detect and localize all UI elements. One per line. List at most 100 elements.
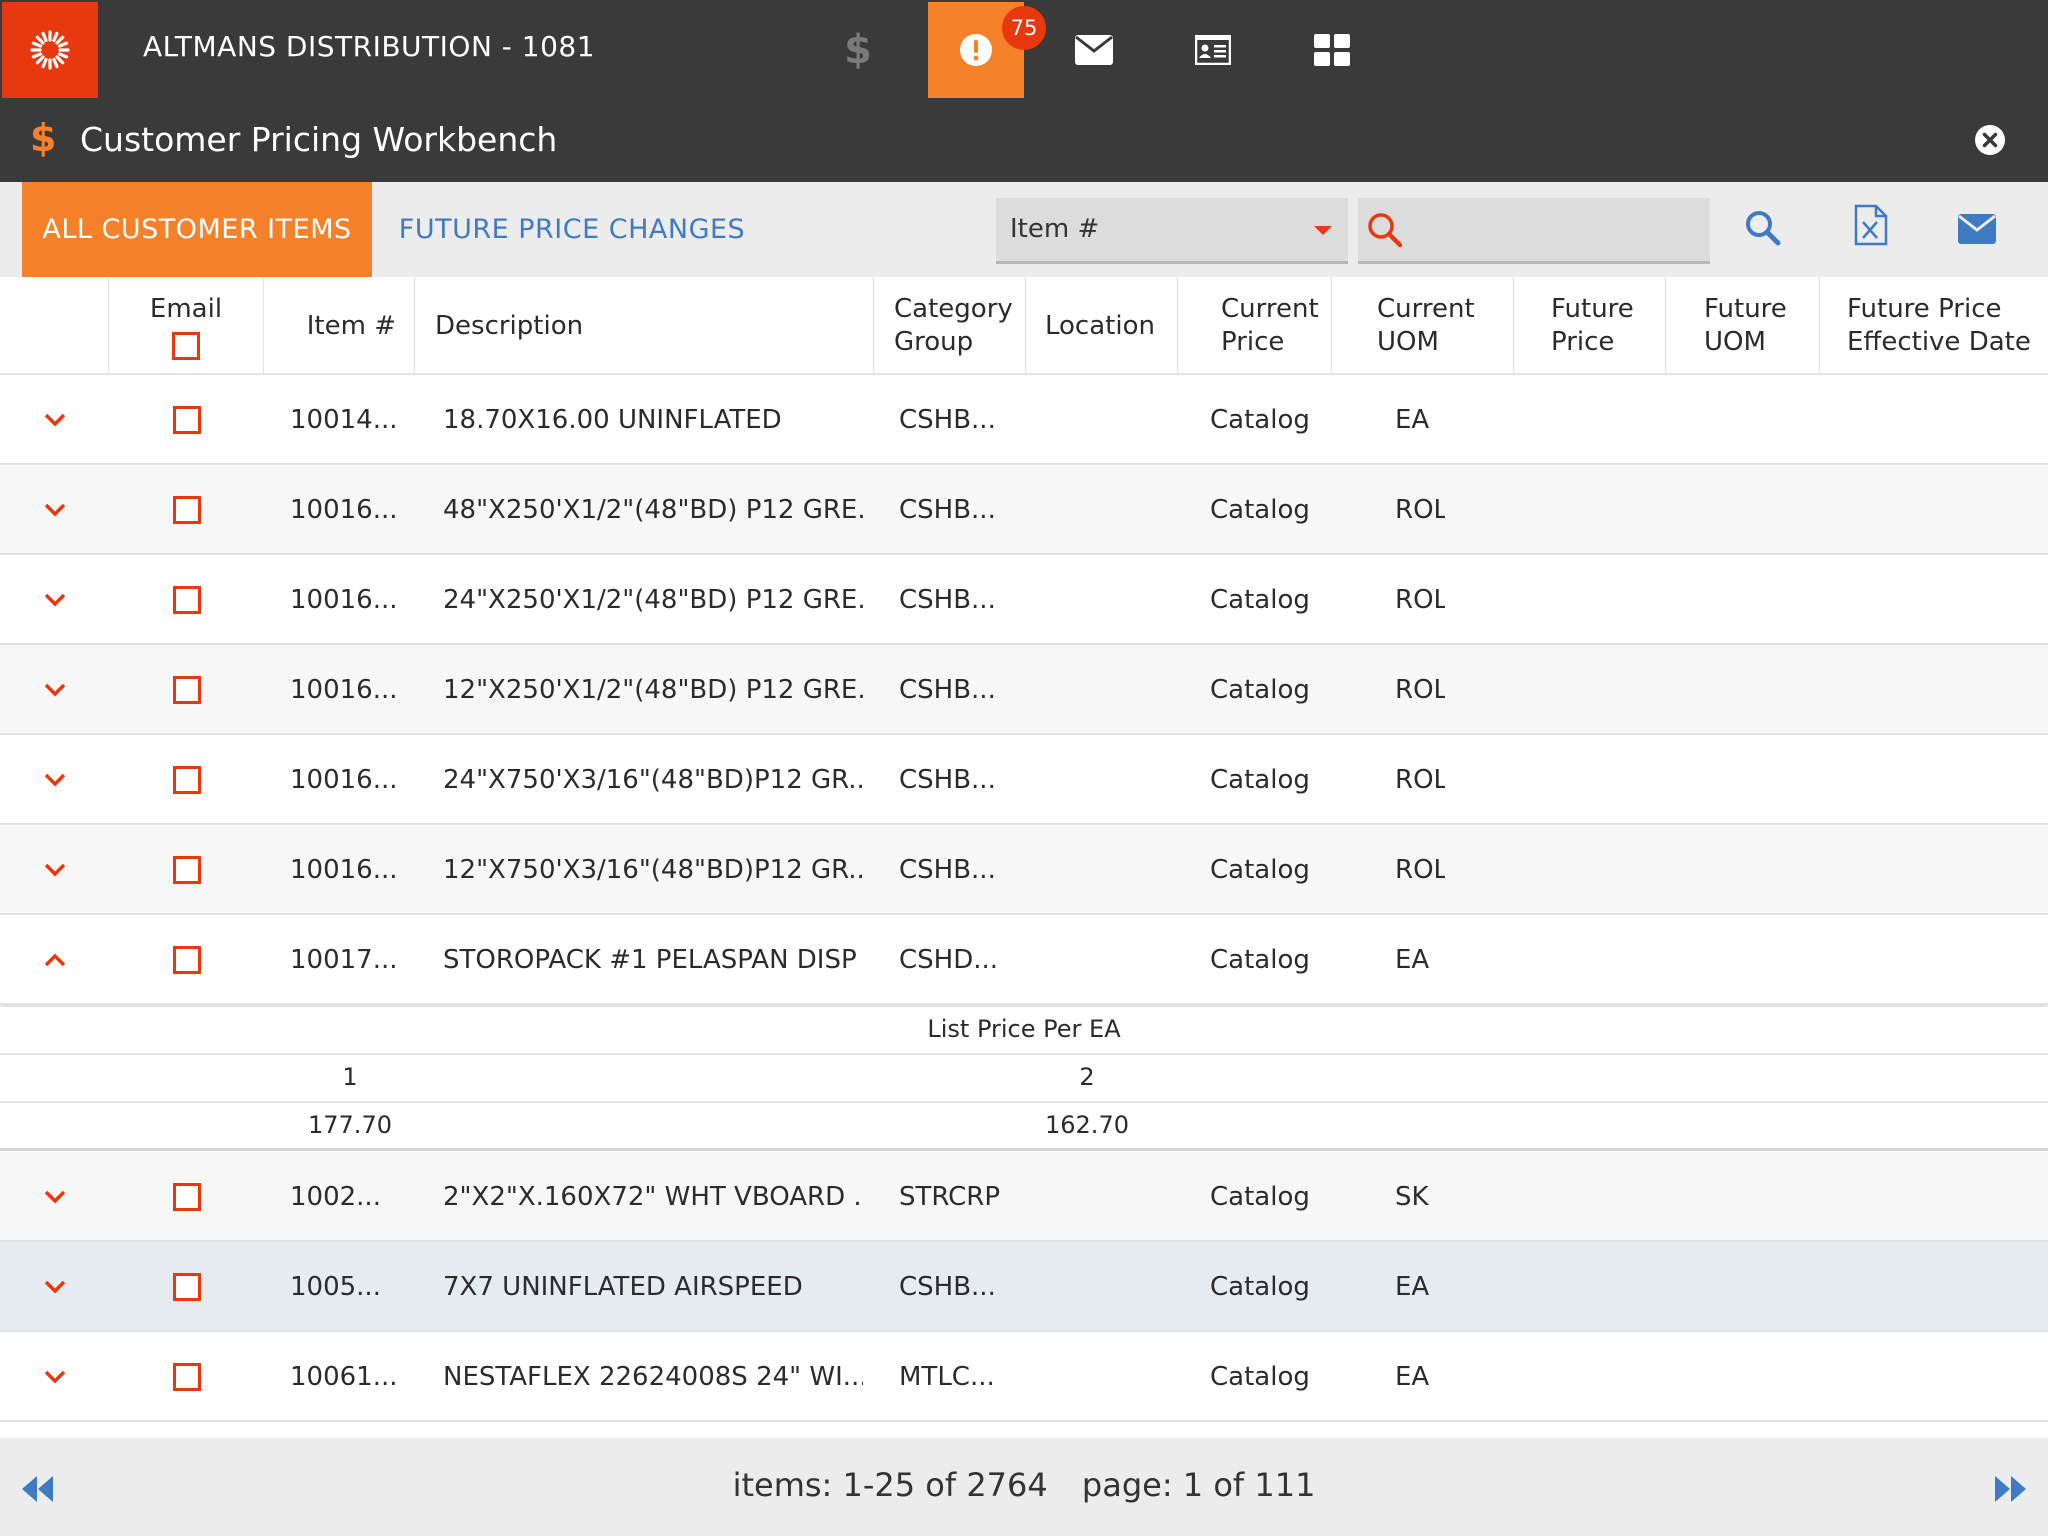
item-description: 48"X250'X1/2"(48"BD) P12 GRE... [443, 495, 863, 525]
email-checkbox[interactable] [173, 465, 201, 555]
future-price-label-line2: Price [1551, 327, 1615, 357]
column-header-future-date[interactable]: Future Price Effective Date [1819, 277, 2048, 375]
chevron-down-icon[interactable] [40, 1332, 70, 1422]
table-row[interactable]: 10016... 12"X750'X3/16"(48"BD)P12 GR... … [0, 825, 2048, 915]
email-checkbox[interactable] [173, 375, 201, 465]
alert-icon [960, 34, 992, 66]
price-break-price-2: 162.70 [1045, 1111, 1129, 1139]
tab-all-customer-items[interactable]: ALL CUSTOMER ITEMS [22, 182, 372, 277]
chevron-down-icon[interactable] [40, 375, 70, 465]
price-break-qty-row: 1 2 [0, 1055, 2048, 1103]
table-row[interactable]: 10016... 48"X250'X1/2"(48"BD) P12 GRE...… [0, 465, 2048, 555]
item-number: 1002... [290, 1182, 381, 1212]
category-group: CSHB... [899, 675, 996, 705]
email-checkbox[interactable] [173, 555, 201, 645]
category-group: CSHB... [899, 405, 996, 435]
item-description: NESTAFLEX 22624008S 24" WI... [443, 1362, 863, 1392]
close-icon[interactable] [1974, 124, 2006, 156]
chevron-down-icon[interactable] [40, 555, 70, 645]
nav-pricing-button[interactable]: $ [810, 2, 906, 98]
mail-icon[interactable] [1958, 214, 1996, 244]
column-header-current-price[interactable]: Current Price [1177, 277, 1331, 375]
category-group: CSHB... [899, 585, 996, 615]
tab-future-price-changes[interactable]: FUTURE PRICE CHANGES [372, 182, 772, 277]
table-row[interactable]: 10016... 24"X750'X3/16"(48"BD)P12 GR... … [0, 735, 2048, 825]
item-number: 10016... [290, 765, 398, 795]
item-description: 12"X750'X3/16"(48"BD)P12 GR... [443, 855, 863, 885]
mail-icon [1075, 35, 1113, 65]
table-row[interactable]: 10061... NESTAFLEX 22624008S 24" WI... M… [0, 1332, 2048, 1422]
table-row[interactable]: 10014... 18.70X16.00 UNINFLATED CSHB... … [0, 375, 2048, 465]
email-checkbox[interactable] [173, 1152, 201, 1242]
price-break-header-row: List Price Per EA [0, 1007, 2048, 1055]
category-column-label-line1: Category [894, 294, 1013, 324]
email-checkbox[interactable] [173, 825, 201, 915]
item-description: 18.70X16.00 UNINFLATED [443, 405, 782, 435]
nav-messages-button[interactable] [1046, 2, 1142, 98]
contact-card-icon [1195, 35, 1231, 65]
category-group: CSHB... [899, 855, 996, 885]
item-description: 24"X750'X3/16"(48"BD)P12 GR... [443, 765, 863, 795]
search-box[interactable] [1358, 198, 1710, 264]
chevron-down-icon[interactable] [40, 825, 70, 915]
category-group: MTLC... [899, 1362, 995, 1392]
price-break-price-row: 177.70 162.70 [0, 1103, 2048, 1151]
select-all-checkbox[interactable] [172, 331, 200, 360]
column-header-future-price[interactable]: Future Price [1513, 277, 1665, 375]
column-header-description[interactable]: Description [414, 277, 873, 375]
current-uom: ROL [1395, 765, 1445, 795]
email-checkbox[interactable] [173, 1332, 201, 1422]
column-header-item[interactable]: Item # [263, 277, 414, 375]
table-row[interactable]: 10016... 24"X250'X1/2"(48"BD) P12 GRE...… [0, 555, 2048, 645]
email-checkbox[interactable] [173, 735, 201, 825]
item-description: 24"X250'X1/2"(48"BD) P12 GRE... [443, 585, 863, 615]
nav-contacts-button[interactable] [1165, 2, 1261, 98]
dollar-icon: $ [844, 27, 872, 73]
column-header-current-uom[interactable]: Current UOM [1331, 277, 1513, 375]
item-number: 10016... [290, 855, 398, 885]
description-column-label: Description [435, 310, 584, 341]
items-range: items: 1-25 of 2764 [732, 1466, 1048, 1504]
item-column-label: Item # [306, 310, 396, 341]
item-number: 1005... [290, 1272, 381, 1302]
table-row[interactable]: 1002... 2"X2"X.160X72" WHT VBOARD ... ST… [0, 1152, 2048, 1242]
alerts-count-badge: 75 [1002, 6, 1046, 50]
item-number: 10016... [290, 585, 398, 615]
chevron-up-icon[interactable] [40, 915, 70, 1005]
column-header-category-group[interactable]: Category Group [873, 277, 1025, 375]
chevron-down-icon[interactable] [40, 1152, 70, 1242]
current-uom: EA [1395, 1362, 1430, 1392]
table-row-selected[interactable]: 1005... 7X7 UNINFLATED AIRSPEED CSHB... … [0, 1242, 2048, 1332]
table-row-expanded[interactable]: 10017... STOROPACK #1 PELASPAN DISP CSHD… [0, 915, 2048, 1005]
future-date-label-line1: Future Price [1847, 294, 2002, 324]
column-header-future-uom[interactable]: Future UOM [1665, 277, 1819, 375]
last-page-icon[interactable] [1992, 1474, 2028, 1504]
chevron-down-icon[interactable] [40, 1242, 70, 1332]
column-header-location[interactable]: Location [1025, 277, 1177, 375]
item-description: 7X7 UNINFLATED AIRSPEED [443, 1272, 803, 1302]
chevron-down-icon[interactable] [40, 645, 70, 735]
future-date-label-line2: Effective Date [1847, 327, 2031, 357]
nav-dashboard-button[interactable] [1284, 2, 1380, 98]
item-number: 10014... [290, 405, 398, 435]
logo-icon[interactable] [2, 2, 98, 98]
current-price: Catalog [1210, 855, 1310, 885]
email-checkbox[interactable] [173, 1242, 201, 1332]
current-uom: ROL [1395, 675, 1445, 705]
excel-icon[interactable] [1854, 204, 1888, 246]
search-input[interactable] [1414, 204, 1700, 256]
chevron-down-icon[interactable] [40, 735, 70, 825]
page-indicator: page: 1 of 111 [1081, 1466, 1316, 1504]
toolbar: ALL CUSTOMER ITEMS FUTURE PRICE CHANGES … [0, 182, 2048, 277]
category-group: CSHB... [899, 1272, 996, 1302]
search-icon[interactable] [1744, 209, 1782, 247]
search-field-select[interactable]: Item # [996, 198, 1348, 264]
table-row[interactable]: 10016... 12"X250'X1/2"(48"BD) P12 GRE...… [0, 645, 2048, 735]
current-uom-label-line1: Current [1377, 294, 1475, 324]
email-checkbox[interactable] [173, 915, 201, 1005]
current-price: Catalog [1210, 1272, 1310, 1302]
email-checkbox[interactable] [173, 645, 201, 735]
chevron-down-icon[interactable] [40, 465, 70, 555]
column-header-expand [0, 277, 108, 375]
current-price: Catalog [1210, 1362, 1310, 1392]
